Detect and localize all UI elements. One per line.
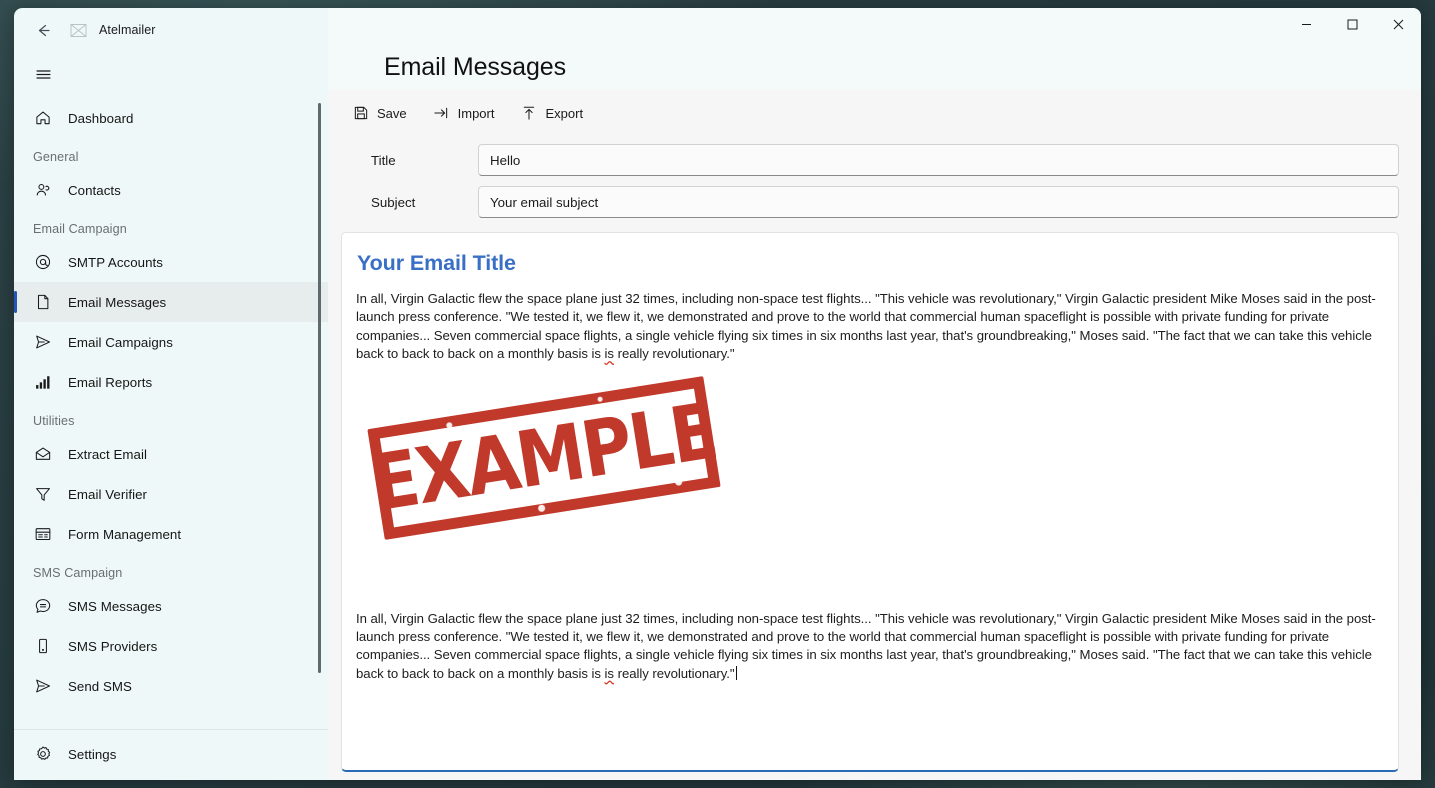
spell-error-2: is: [604, 665, 614, 681]
application-window: Atelmailer Dashboard General Contacts Email…: [14, 8, 1421, 780]
sidebar-item-label: Email Campaigns: [68, 334, 173, 350]
sidebar-item-label: SMTP Accounts: [68, 254, 164, 270]
sidebar-item-label: SMS Messages: [68, 598, 162, 614]
main-panel: Email Messages Save Import Export Title …: [328, 8, 1421, 780]
envelope-icon: [33, 445, 52, 464]
back-arrow-icon[interactable]: [28, 15, 58, 45]
subject-input[interactable]: [478, 186, 1399, 218]
sidebar-item-label: Email Reports: [68, 374, 153, 390]
people-icon: [33, 181, 52, 200]
export-button[interactable]: Export: [509, 98, 594, 128]
sidebar-item-label: SMS Providers: [68, 638, 158, 654]
document-icon: [33, 293, 52, 312]
sidebar-item-smtp-accounts[interactable]: SMTP Accounts: [14, 242, 328, 282]
missing-image-icon: [70, 22, 87, 39]
bar-chart-icon: [33, 373, 52, 392]
paragraph-1-text-a: In all, Virgin Galactic flew the space p…: [356, 291, 1376, 362]
sidebar-item-label: Extract Email: [68, 446, 147, 462]
phone-icon: [33, 637, 52, 656]
message-form: Title Subject: [328, 136, 1421, 223]
title-label: Title: [371, 152, 396, 168]
sidebar-titlebar: Atelmailer: [14, 8, 328, 52]
save-button[interactable]: Save: [341, 98, 418, 128]
form-icon: [33, 525, 52, 544]
export-label: Export: [545, 105, 584, 121]
send-icon: [33, 333, 52, 352]
sidebar-item-email-verifier[interactable]: Email Verifier: [14, 474, 328, 514]
sidebar-item-email-messages[interactable]: Email Messages: [14, 282, 328, 322]
funnel-icon: [33, 485, 52, 504]
sidebar-footer: Settings: [14, 721, 328, 780]
sidebar-item-label: Settings: [68, 746, 117, 762]
sidebar-item-dashboard[interactable]: Dashboard: [14, 98, 328, 138]
page-title: Email Messages: [384, 53, 566, 81]
hamburger-menu-icon[interactable]: [32, 63, 54, 85]
minimize-button[interactable]: [1283, 8, 1329, 40]
subject-row: Subject: [350, 181, 1399, 223]
email-paragraph-2: In all, Virgin Galactic flew the space p…: [356, 610, 1379, 684]
import-label: Import: [457, 105, 495, 121]
chat-bubble-icon: [33, 597, 52, 616]
sidebar-item-send-sms[interactable]: Send SMS: [14, 666, 328, 706]
save-label: Save: [377, 105, 407, 121]
text-cursor: [735, 665, 737, 680]
sidebar: Atelmailer Dashboard General Contacts Email…: [14, 8, 328, 780]
sidebar-group-sms-campaign: SMS Campaign: [33, 566, 123, 580]
home-icon: [33, 109, 52, 128]
sidebar-toggle-row: [14, 52, 328, 96]
sidebar-divider: [14, 729, 328, 730]
export-arrow-icon: [520, 105, 537, 122]
email-heading: Your Email Title: [357, 251, 516, 275]
title-input[interactable]: [478, 144, 1399, 176]
send-icon: [33, 677, 52, 696]
sidebar-group-utilities: Utilities: [33, 414, 75, 428]
close-button[interactable]: [1375, 8, 1421, 40]
at-sign-icon: [33, 253, 52, 272]
paragraph-1-text-b: really revolutionary.": [613, 346, 735, 362]
example-stamp-image: EXAMPLE: [366, 375, 722, 540]
editor-toolbar: Save Import Export: [328, 90, 1421, 136]
sidebar-item-sms-providers[interactable]: SMS Providers: [14, 626, 328, 666]
email-body-editor[interactable]: Your Email Title In all, Virgin Galactic…: [341, 232, 1399, 772]
sidebar-item-label: Contacts: [68, 182, 121, 198]
sidebar-item-form-management[interactable]: Form Management: [14, 514, 328, 554]
app-title: Atelmailer: [99, 23, 156, 37]
sidebar-item-email-reports[interactable]: Email Reports: [14, 362, 328, 402]
sidebar-nav-list: Dashboard General Contacts Email Campaign SM…: [14, 96, 328, 721]
paragraph-2-text-b: really revolutionary.": [613, 665, 735, 681]
title-row: Title: [350, 139, 1399, 181]
sidebar-group-general: General: [33, 150, 79, 164]
import-arrow-icon: [433, 105, 450, 122]
sidebar-item-label: Form Management: [68, 526, 182, 542]
sidebar-item-contacts[interactable]: Contacts: [14, 170, 328, 210]
gear-icon: [33, 745, 52, 764]
spell-error-1: is: [604, 346, 614, 362]
sidebar-item-sms-messages[interactable]: SMS Messages: [14, 586, 328, 626]
import-button[interactable]: Import: [422, 98, 506, 128]
email-paragraph-1: In all, Virgin Galactic flew the space p…: [356, 290, 1379, 364]
main-header: Email Messages: [328, 8, 1421, 90]
sidebar-scrollbar[interactable]: [318, 103, 321, 673]
stamp-text: EXAMPLE: [365, 385, 723, 529]
email-image-block: EXAMPLE: [356, 364, 1379, 610]
paragraph-2-text-a: In all, Virgin Galactic flew the space p…: [356, 610, 1376, 681]
sidebar-item-extract-email[interactable]: Extract Email: [14, 434, 328, 474]
sidebar-item-label: Send SMS: [68, 678, 132, 694]
sidebar-item-email-campaigns[interactable]: Email Campaigns: [14, 322, 328, 362]
window-controls: [1283, 8, 1421, 40]
sidebar-item-label: Dashboard: [68, 110, 134, 126]
subject-label: Subject: [371, 194, 416, 210]
sidebar-group-email-campaign: Email Campaign: [33, 222, 127, 236]
maximize-button[interactable]: [1329, 8, 1375, 40]
floppy-disk-icon: [352, 105, 369, 122]
sidebar-item-settings[interactable]: Settings: [14, 734, 328, 774]
sidebar-item-label: Email Messages: [68, 294, 167, 310]
sidebar-item-label: Email Verifier: [68, 486, 148, 502]
